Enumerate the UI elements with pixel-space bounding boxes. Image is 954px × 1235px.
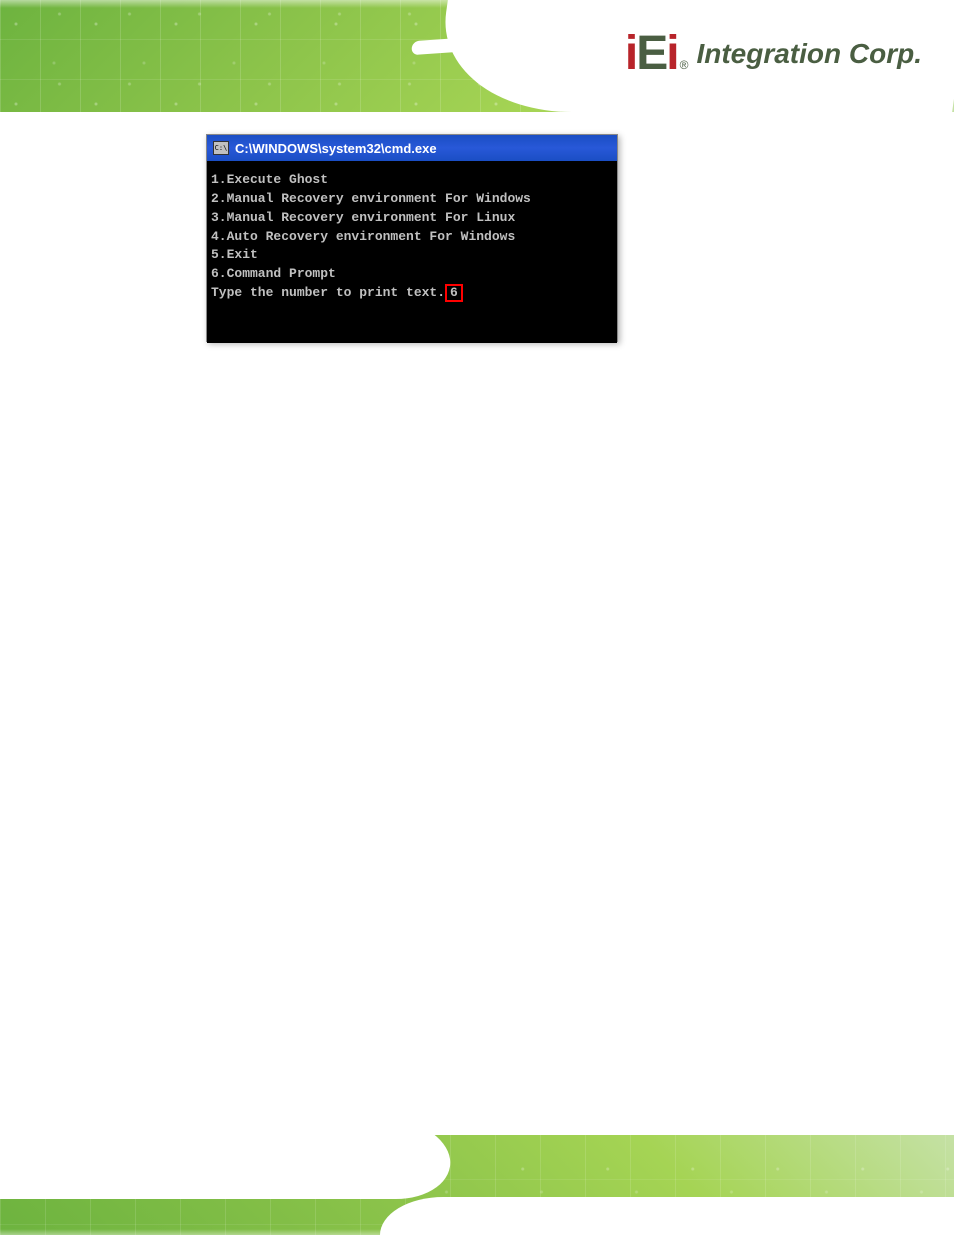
cmd-window-screenshot: C:\ C:\WINDOWS\system32\cmd.exe 1.Execut… <box>206 134 618 342</box>
cmd-input-highlight: 6 <box>445 284 463 302</box>
cmd-titlebar: C:\ C:\WINDOWS\system32\cmd.exe <box>207 135 617 161</box>
logo-brand-mark: i E i ® <box>625 26 689 81</box>
cmd-line-6: 6.Command Prompt <box>211 265 613 284</box>
logo-letter-i1: i <box>625 26 636 81</box>
cmd-line-4: 4.Auto Recovery environment For Windows <box>211 228 613 247</box>
cmd-prompt-line: Type the number to print text.6 <box>211 284 613 303</box>
cmd-line-5: 5.Exit <box>211 246 613 265</box>
logo-registered-mark: ® <box>680 58 689 72</box>
cmd-window-title: C:\WINDOWS\system32\cmd.exe <box>235 141 437 156</box>
logo-company-text: Integration Corp. <box>696 38 922 70</box>
page-footer-band <box>0 1135 954 1235</box>
cmd-line-3: 3.Manual Recovery environment For Linux <box>211 209 613 228</box>
company-logo: i E i ® Integration Corp. <box>625 26 922 81</box>
logo-letter-e: E <box>636 26 666 81</box>
cmd-icon: C:\ <box>213 141 229 155</box>
cmd-prompt-text: Type the number to print text. <box>211 285 445 300</box>
footer-white-swoosh-left <box>0 1135 456 1199</box>
logo-letter-i2: i <box>666 26 677 81</box>
cmd-line-1: 1.Execute Ghost <box>211 171 613 190</box>
cmd-body: 1.Execute Ghost 2.Manual Recovery enviro… <box>207 161 617 343</box>
cmd-line-2: 2.Manual Recovery environment For Window… <box>211 190 613 209</box>
footer-highlight <box>0 1229 954 1235</box>
